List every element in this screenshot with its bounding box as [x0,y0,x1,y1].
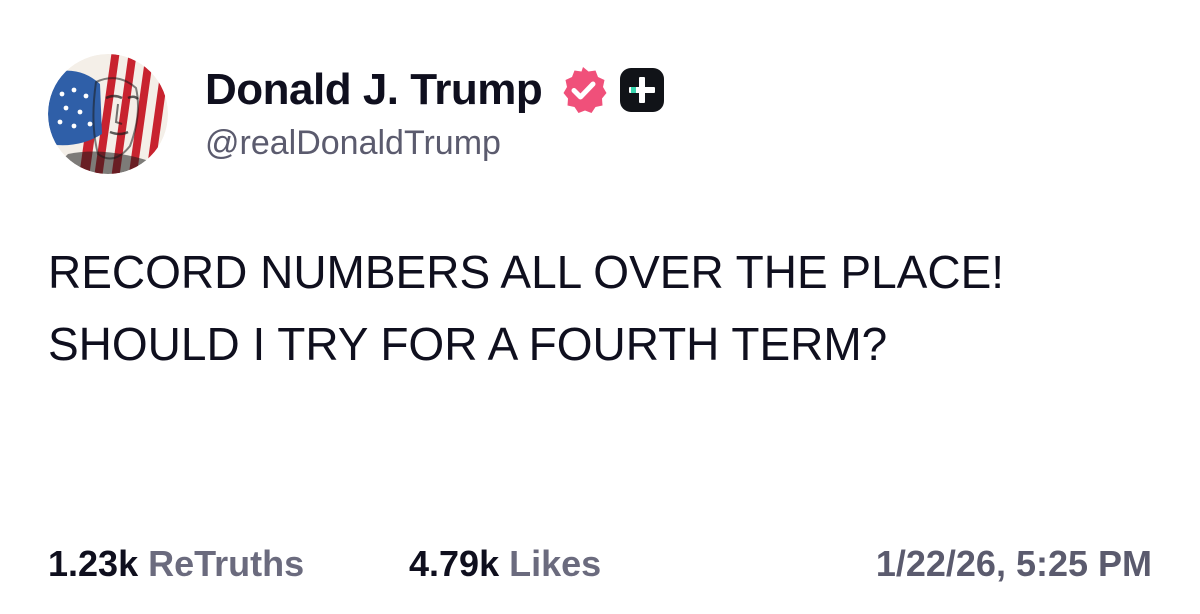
post-stats: 1.23k ReTruths 4.79k Likes 1/22/26, 5:25 P… [48,536,1152,592]
retruths-label: ReTruths [148,543,305,584]
post-timestamp[interactable]: 1/22/26, 5:25 PM [876,536,1152,592]
retruths-count[interactable]: 1.23k ReTruths [48,536,304,592]
retruths-number: 1.23k [48,543,139,584]
author-handle[interactable]: @realDonaldTrump [205,124,501,163]
likes-count[interactable]: 4.79k Likes [409,536,601,592]
verified-badge-icon [558,65,608,115]
truth-plus-icon [618,66,666,114]
avatar-image [48,54,168,174]
post-body: RECORD NUMBERS ALL OVER THE PLACE! SHOUL… [48,246,1005,370]
truth-post: Donald J. Trump @realDonaldTrump RECORD … [0,0,1200,614]
avatar[interactable] [48,54,168,174]
likes-number: 4.79k [409,543,500,584]
author-display-name[interactable]: Donald J. Trump [205,65,543,115]
likes-label: Likes [509,543,602,584]
author-row: Donald J. Trump [205,60,666,120]
